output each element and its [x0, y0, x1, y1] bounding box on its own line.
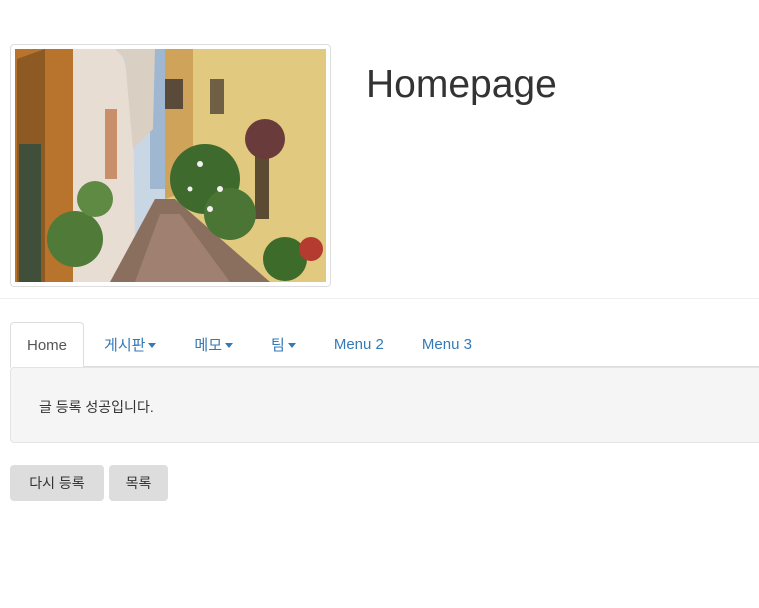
tab-menu-3[interactable]: Menu 3	[404, 322, 490, 367]
page-title: Homepage	[366, 63, 557, 106]
tab-team[interactable]: 팀	[253, 322, 314, 367]
success-message-well: 글 등록 성공입니다.	[10, 367, 759, 443]
tab-menu-2[interactable]: Menu 2	[316, 322, 402, 367]
tab-home[interactable]: Home	[10, 322, 85, 368]
list-button[interactable]: 목록	[109, 465, 168, 501]
tab-menu-3-label: Menu 3	[421, 336, 472, 353]
tab-home-label: Home	[27, 336, 68, 354]
success-message-text: 글 등록 성공입니다.	[39, 399, 154, 415]
caret-down-icon	[225, 343, 234, 348]
header-divider	[0, 298, 759, 299]
street-photo	[15, 49, 326, 282]
tab-memo[interactable]: 메모	[176, 322, 251, 367]
tab-team-label: 팀	[271, 337, 285, 354]
tab-memo-label: 메모	[194, 337, 223, 354]
caret-down-icon	[287, 343, 296, 348]
caret-down-icon	[148, 343, 157, 348]
tab-board-label: 게시판	[104, 337, 146, 354]
rewrite-button[interactable]: 다시 등록	[10, 465, 104, 501]
main-nav-tabs: Home 게시판 메모 팀 Menu 2 Menu 3	[10, 322, 759, 368]
tab-menu-2-label: Menu 2	[333, 336, 384, 353]
header-image	[10, 44, 331, 287]
tab-board[interactable]: 게시판	[86, 322, 174, 367]
